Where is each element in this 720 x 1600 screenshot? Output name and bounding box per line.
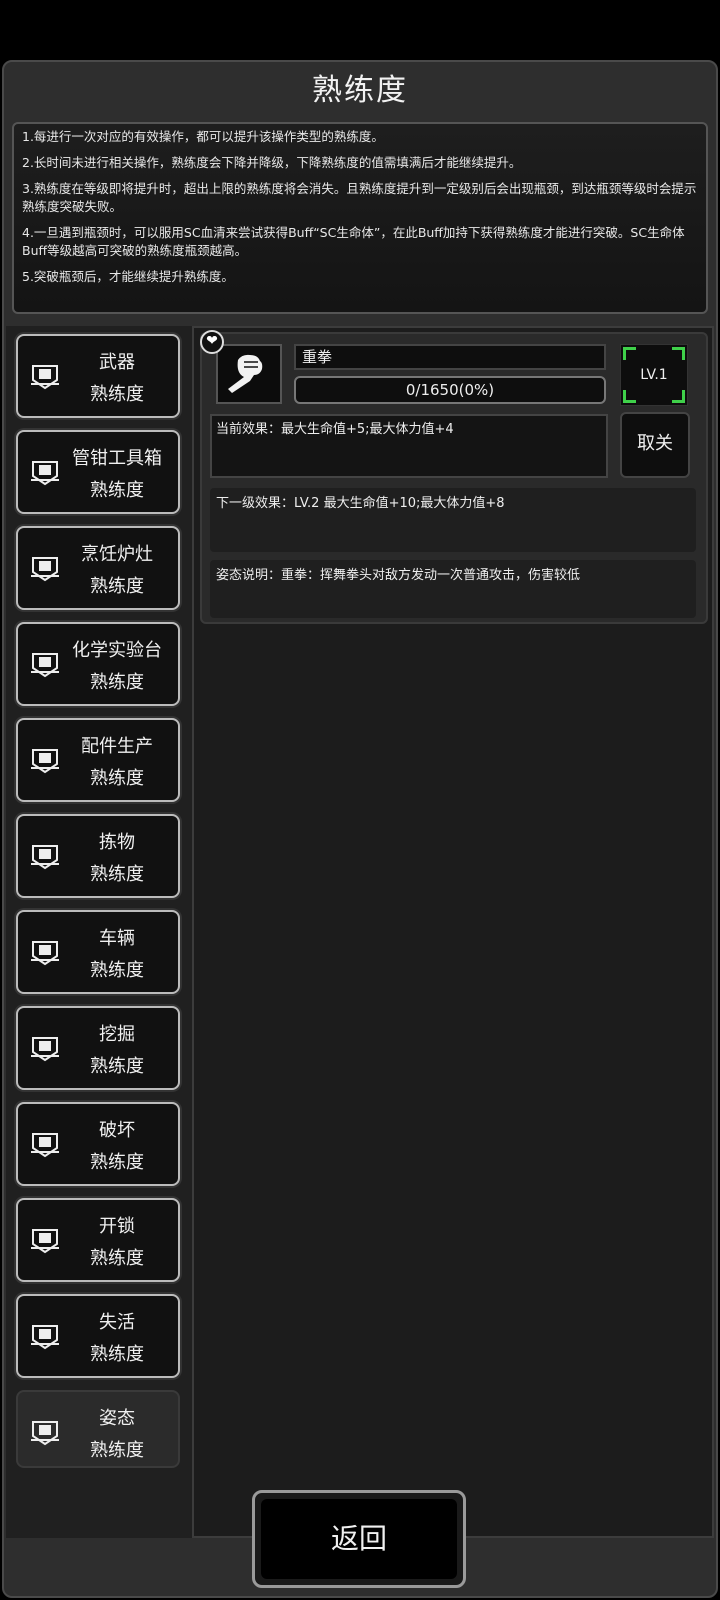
sidebar-item-label: 挖掘	[99, 1024, 135, 1045]
badge-icon	[31, 941, 59, 966]
sidebar-item-vehicle[interactable]: 车辆 熟练度	[16, 910, 180, 994]
sidebar-item-label: 失活	[99, 1312, 135, 1333]
badge-icon	[31, 1229, 59, 1254]
stance-description: 姿态说明：重拳：挥舞拳头对敌方发动一次普通攻击，伤害较低	[210, 560, 696, 618]
heart-icon[interactable]: ❤	[200, 330, 224, 354]
badge-icon	[31, 1325, 59, 1350]
sidebar-item-stance[interactable]: 姿态 熟练度	[16, 1390, 180, 1468]
rule-line: 1.每进行一次对应的有效操作，都可以提升该操作类型的熟练度。	[22, 129, 384, 144]
back-button[interactable]: 返回	[261, 1499, 457, 1579]
detail-pane: ❤ 重拳 0/1650(0%) LV.1 当前效果：最大生命值+5;最大体力值+…	[192, 326, 714, 1538]
rule-line: 2.长时间未进行相关操作，熟练度会下降并降级，下降熟练度的值需填满后才能继续提升…	[22, 155, 522, 170]
corner-mark	[672, 390, 685, 403]
next-level-effect: 下一级效果：LV.2 最大生命值+10;最大体力值+8	[210, 488, 696, 552]
page-title: 熟练度	[312, 73, 408, 108]
skill-card: ❤ 重拳 0/1650(0%) LV.1 当前效果：最大生命值+5;最大体力值+…	[200, 330, 708, 624]
sidebar-item-label: 破坏	[99, 1120, 135, 1141]
sidebar-item-label: 姿态	[99, 1408, 135, 1429]
badge-icon	[31, 845, 59, 870]
sidebar-item-sublabel: 熟练度	[90, 1440, 144, 1461]
sidebar-item-sublabel: 熟练度	[90, 672, 144, 693]
badge-icon	[31, 365, 59, 390]
sidebar-item-parts-production[interactable]: 配件生产 熟练度	[16, 718, 180, 802]
category-sidebar[interactable]: 武器 熟练度 管钳工具箱 熟练度 烹饪炉灶 熟练度 化学实验台 熟练度 配件生产…	[6, 326, 192, 1538]
sidebar-item-sublabel: 熟练度	[90, 864, 144, 885]
sidebar-item-label: 管钳工具箱	[72, 448, 162, 469]
sidebar-item-sublabel: 熟练度	[90, 480, 144, 501]
badge-icon	[31, 1421, 59, 1446]
fist-icon	[216, 344, 282, 404]
sidebar-item-label: 开锁	[99, 1216, 135, 1237]
sidebar-item-sublabel: 熟练度	[90, 1248, 144, 1269]
sidebar-item-lockpicking[interactable]: 开锁 熟练度	[16, 1198, 180, 1282]
corner-mark	[623, 390, 636, 403]
corner-mark	[672, 347, 685, 360]
sidebar-item-label: 车辆	[99, 928, 135, 949]
sidebar-item-cooking-stove[interactable]: 烹饪炉灶 熟练度	[16, 526, 180, 610]
current-effect: 当前效果：最大生命值+5;最大体力值+4	[210, 414, 608, 478]
sidebar-item-destruction[interactable]: 破坏 熟练度	[16, 1102, 180, 1186]
badge-icon	[31, 749, 59, 774]
sidebar-item-sublabel: 熟练度	[90, 768, 144, 789]
sidebar-item-sublabel: 熟练度	[90, 384, 144, 405]
sidebar-item-scavenging[interactable]: 拣物 熟练度	[16, 814, 180, 898]
level-badge: LV.1	[620, 344, 688, 406]
sidebar-item-sublabel: 熟练度	[90, 960, 144, 981]
badge-icon	[31, 1037, 59, 1062]
rules-text-box: 1.每进行一次对应的有效操作，都可以提升该操作类型的熟练度。 2.长时间未进行相…	[12, 122, 708, 314]
back-button-frame[interactable]: 返回	[252, 1490, 466, 1588]
proficiency-panel: 熟练度 1.每进行一次对应的有效操作，都可以提升该操作类型的熟练度。 2.长时间…	[2, 60, 718, 1598]
rule-line: 5.突破瓶颈后，才能继续提升熟练度。	[22, 269, 234, 284]
sidebar-item-label: 烹饪炉灶	[81, 544, 153, 565]
rule-line: 3.熟练度在等级即将提升时，超出上限的熟练度将会消失。且熟练度提升到一定级别后会…	[22, 181, 697, 214]
progress-bar: 0/1650(0%)	[294, 376, 606, 404]
badge-icon	[31, 1133, 59, 1158]
level-text: LV.1	[640, 367, 668, 383]
sidebar-item-label: 配件生产	[81, 736, 153, 757]
corner-mark	[623, 347, 636, 360]
sidebar-item-sublabel: 熟练度	[90, 1056, 144, 1077]
badge-icon	[31, 653, 59, 678]
sidebar-item-chem-lab[interactable]: 化学实验台 熟练度	[16, 622, 180, 706]
badge-icon	[31, 557, 59, 582]
skill-name: 重拳	[294, 344, 606, 370]
rule-line: 4.一旦遇到瓶颈时，可以服用SC血清来尝试获得Buff“SC生命体”，在此Buf…	[22, 225, 685, 258]
sidebar-item-label: 拣物	[99, 832, 135, 853]
sidebar-item-deactivation[interactable]: 失活 熟练度	[16, 1294, 180, 1378]
sidebar-item-sublabel: 熟练度	[90, 1344, 144, 1365]
sidebar-item-label: 武器	[99, 352, 135, 373]
sidebar-item-wrench-toolbox[interactable]: 管钳工具箱 熟练度	[16, 430, 180, 514]
sidebar-item-label: 化学实验台	[72, 640, 162, 661]
sidebar-item-weapon[interactable]: 武器 熟练度	[16, 334, 180, 418]
sidebar-item-sublabel: 熟练度	[90, 1152, 144, 1173]
cancel-follow-button[interactable]: 取关	[620, 412, 690, 478]
badge-icon	[31, 461, 59, 486]
sidebar-item-sublabel: 熟练度	[90, 576, 144, 597]
fist-icon-graphic	[228, 354, 263, 393]
sidebar-item-digging[interactable]: 挖掘 熟练度	[16, 1006, 180, 1090]
